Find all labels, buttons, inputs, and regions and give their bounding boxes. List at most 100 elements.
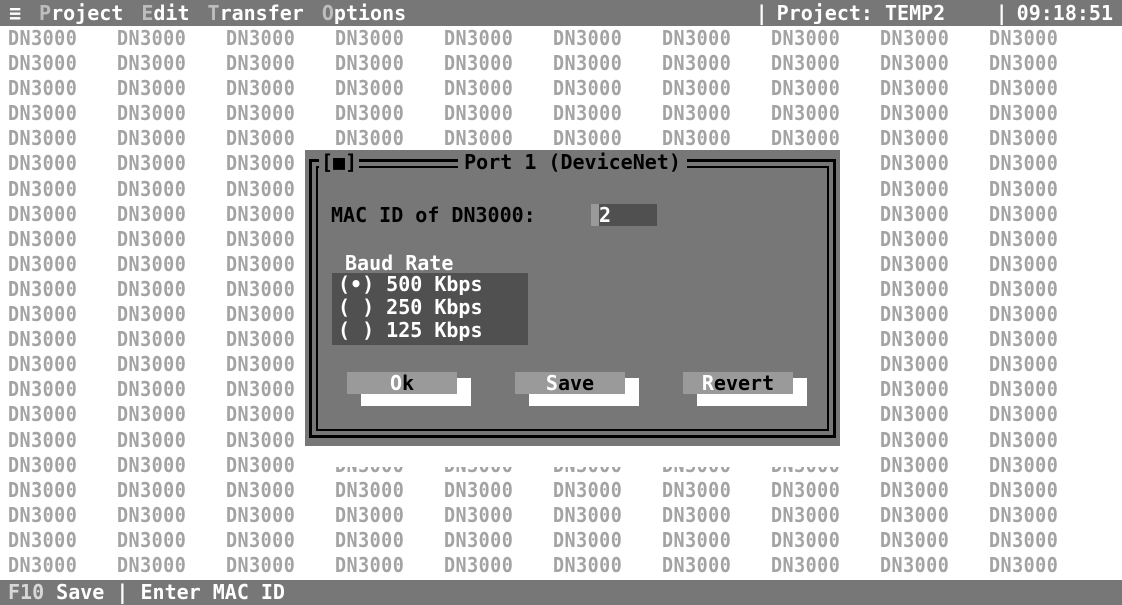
ok-hotkey: O <box>389 371 402 395</box>
background-tile: DN3000 <box>989 327 1059 352</box>
close-box-button[interactable]: [■] <box>319 150 360 174</box>
background-tile: DN3000 <box>771 101 841 126</box>
mac-id-input[interactable]: 2 <box>591 204 657 226</box>
revert-label: evert <box>713 371 775 395</box>
revert-button-face[interactable]: Revert <box>683 372 793 394</box>
background-tile: DN3000 <box>880 302 950 327</box>
button-shadow <box>361 394 471 406</box>
ok-button[interactable]: Ok <box>347 372 473 410</box>
background-tile: DN3000 <box>553 502 623 527</box>
background-tile: DN3000 <box>989 452 1059 477</box>
menu-edit[interactable]: Edit <box>132 0 198 26</box>
background-tile: DN3000 <box>226 51 296 76</box>
background-tile: DN3000 <box>880 51 950 76</box>
background-tile: DN3000 <box>8 51 78 76</box>
background-tile: DN3000 <box>880 226 950 251</box>
background-tile: DN3000 <box>989 101 1059 126</box>
background-tile: DN3000 <box>117 176 187 201</box>
background-tile: DN3000 <box>662 502 732 527</box>
background-tile: DN3000 <box>117 51 187 76</box>
background-tile: DN3000 <box>880 552 950 577</box>
background-tile: DN3000 <box>117 226 187 251</box>
button-shadow <box>697 394 807 406</box>
baud-option-250[interactable]: ( ) 250 Kbps <box>332 296 528 319</box>
menu-bar: ≡ Project Edit Transfer Options | Projec… <box>0 0 1122 26</box>
baud-rate-group: (•) 500 Kbps ( ) 250 Kbps ( ) 125 Kbps <box>332 273 528 345</box>
background-tile: DN3000 <box>989 51 1059 76</box>
background-tile: DN3000 <box>117 101 187 126</box>
menu-project[interactable]: Project <box>30 0 132 26</box>
background-tile: DN3000 <box>662 527 732 552</box>
background-tile: DN3000 <box>8 251 78 276</box>
f10-action: Save <box>56 580 105 604</box>
baud-option-label: 500 Kbps <box>386 272 483 296</box>
background-tile: DN3000 <box>117 377 187 402</box>
background-tile: DN3000 <box>989 402 1059 427</box>
background-tile: DN3000 <box>226 26 296 50</box>
save-label: ave <box>557 371 595 395</box>
menu-options-hotkey: O <box>321 1 334 25</box>
background-tile: DN3000 <box>117 477 187 502</box>
background-tile: DN3000 <box>335 477 405 502</box>
background-tile: DN3000 <box>662 26 732 50</box>
background-tile: DN3000 <box>880 76 950 101</box>
ok-label: k <box>402 371 415 395</box>
background-tile: DN3000 <box>880 477 950 502</box>
background-tile: DN3000 <box>8 552 78 577</box>
background-tile: DN3000 <box>335 51 405 76</box>
background-tile: DN3000 <box>226 101 296 126</box>
system-menu-icon[interactable]: ≡ <box>0 0 30 26</box>
background-tile: DN3000 <box>335 101 405 126</box>
mac-id-label: MAC ID of DN3000: <box>331 203 536 227</box>
background-tile: DN3000 <box>8 226 78 251</box>
background-tile: DN3000 <box>662 477 732 502</box>
save-button[interactable]: Save <box>515 372 641 410</box>
menu-project-label: roject <box>51 1 124 25</box>
background-tile: DN3000 <box>771 26 841 50</box>
baud-option-125[interactable]: ( ) 125 Kbps <box>332 319 528 342</box>
menu-options[interactable]: Options <box>313 0 415 26</box>
background-tile: DN3000 <box>771 477 841 502</box>
menu-options-label: ptions <box>333 1 407 25</box>
background-tile: DN3000 <box>662 126 732 151</box>
background-tile: DN3000 <box>117 126 187 151</box>
background-tile: DN3000 <box>553 126 623 151</box>
background-tile: DN3000 <box>989 502 1059 527</box>
baud-option-500[interactable]: (•) 500 Kbps <box>332 273 528 296</box>
background-tile: DN3000 <box>226 552 296 577</box>
dialog-shadow <box>333 446 845 467</box>
background-tile: DN3000 <box>226 76 296 101</box>
background-tile: DN3000 <box>989 26 1059 50</box>
background-tile: DN3000 <box>444 76 514 101</box>
button-shadow <box>529 394 639 406</box>
port-dialog: Port 1 (DeviceNet) [■] MAC ID of DN3000:… <box>305 150 840 446</box>
background-tile: DN3000 <box>553 51 623 76</box>
baud-option-label: 250 Kbps <box>386 295 483 319</box>
background-tile: DN3000 <box>335 502 405 527</box>
revert-button[interactable]: Revert <box>683 372 809 410</box>
save-button-face[interactable]: Save <box>515 372 625 394</box>
background-tile: DN3000 <box>989 226 1059 251</box>
background-tile: DN3000 <box>553 26 623 50</box>
background-tile: DN3000 <box>8 327 78 352</box>
background-tile: DN3000 <box>989 477 1059 502</box>
background-tile: DN3000 <box>771 51 841 76</box>
background-tile: DN3000 <box>880 327 950 352</box>
background-tile: DN3000 <box>335 26 405 50</box>
background-tile: DN3000 <box>989 527 1059 552</box>
background-tile: DN3000 <box>8 427 78 452</box>
background-tile: DN3000 <box>880 452 950 477</box>
menubar-separator-2: | <box>995 1 1008 25</box>
ok-button-face[interactable]: Ok <box>347 372 457 394</box>
background-tile: DN3000 <box>444 26 514 50</box>
background-tile: DN3000 <box>335 552 405 577</box>
revert-hotkey: R <box>701 371 714 395</box>
background-tile: DN3000 <box>989 176 1059 201</box>
menu-transfer[interactable]: Transfer <box>199 0 313 26</box>
background-tile: DN3000 <box>8 176 78 201</box>
background-tile: DN3000 <box>117 327 187 352</box>
f10-key-hint[interactable]: F10 <box>8 580 44 604</box>
background-tile: DN3000 <box>8 126 78 151</box>
background-tile: DN3000 <box>444 51 514 76</box>
background-tile: DN3000 <box>8 76 78 101</box>
